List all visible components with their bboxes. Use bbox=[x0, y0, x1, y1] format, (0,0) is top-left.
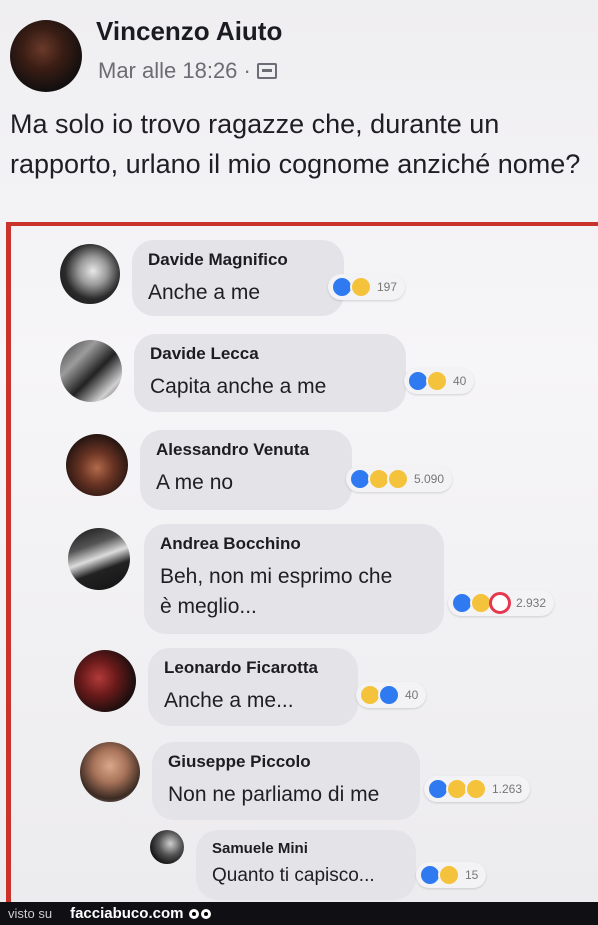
reaction-count: 2.932 bbox=[516, 596, 547, 610]
haha-icon bbox=[426, 370, 448, 392]
screenshot-area: Vincenzo Aiuto Mar alle 18:26 · Ma solo … bbox=[0, 0, 598, 902]
comment-text: Quanto ti capisco... bbox=[212, 865, 375, 886]
comment-bubble: Leonardo Ficarotta Anche a me... bbox=[148, 648, 358, 726]
commenter-avatar[interactable] bbox=[66, 434, 128, 496]
comment-bubble: Giuseppe Piccolo Non ne parliamo di me bbox=[152, 742, 420, 820]
reactions-summary[interactable]: 1.263 bbox=[424, 776, 531, 802]
haha-icon bbox=[350, 276, 372, 298]
watermark-bar: visto su facciabuco.com bbox=[0, 902, 598, 925]
comment-bubble: Davide Lecca Capita anche a me bbox=[134, 334, 406, 412]
reaction-count: 40 bbox=[453, 374, 467, 388]
sad-icon bbox=[387, 468, 409, 490]
reaction-count: 40 bbox=[405, 688, 419, 702]
comment-text: Beh, non mi esprimo che è meglio... bbox=[160, 562, 428, 622]
comment-text: Anche a me bbox=[148, 281, 261, 304]
reaction-count: 15 bbox=[465, 868, 479, 882]
commenter-name[interactable]: Davide Magnifico bbox=[148, 250, 328, 270]
post-author[interactable]: Vincenzo Aiuto bbox=[96, 16, 282, 47]
commenter-avatar[interactable] bbox=[80, 742, 140, 802]
commenter-avatar[interactable] bbox=[60, 340, 122, 402]
watermark-prefix: visto su bbox=[8, 906, 53, 921]
like-icon bbox=[378, 684, 400, 706]
comment-text: A me no bbox=[156, 471, 234, 494]
love-icon bbox=[489, 592, 511, 614]
haha-icon bbox=[438, 864, 460, 886]
commenter-name[interactable]: Samuele Mini bbox=[212, 840, 400, 857]
commenter-name[interactable]: Leonardo Ficarotta bbox=[164, 658, 342, 678]
reactions-summary[interactable]: 5.090 bbox=[346, 466, 453, 492]
commenter-name[interactable]: Davide Lecca bbox=[150, 344, 390, 364]
post-meta: Mar alle 18:26 · bbox=[98, 58, 277, 84]
reaction-count: 1.263 bbox=[492, 782, 523, 796]
post-header: Vincenzo Aiuto Mar alle 18:26 · bbox=[10, 10, 590, 92]
comment-text: Non ne parliamo di me bbox=[168, 783, 380, 806]
reaction-count: 5.090 bbox=[414, 472, 445, 486]
reactions-summary[interactable]: 197 bbox=[328, 274, 406, 300]
commenter-avatar[interactable] bbox=[68, 528, 130, 590]
commenter-avatar[interactable] bbox=[150, 830, 184, 864]
reaction-count: 197 bbox=[377, 280, 398, 294]
comment-text: Anche a me... bbox=[164, 689, 294, 712]
reactions-summary[interactable]: 40 bbox=[356, 682, 427, 708]
commenter-name[interactable]: Andrea Bocchino bbox=[160, 534, 428, 554]
reactions-summary[interactable]: 40 bbox=[404, 368, 475, 394]
post-text: Ma solo io trovo ragazze che, durante un… bbox=[10, 109, 581, 179]
sad-icon bbox=[465, 778, 487, 800]
public-icon bbox=[256, 63, 277, 79]
commenter-avatar[interactable] bbox=[74, 650, 136, 712]
watermark-brand[interactable]: facciabuco.com bbox=[70, 905, 183, 922]
comment-bubble: Andrea Bocchino Beh, non mi esprimo che … bbox=[144, 524, 444, 634]
comment-bubble: Samuele Mini Quanto ti capisco... bbox=[196, 830, 416, 900]
eyes-icon bbox=[189, 908, 212, 919]
commenter-avatar[interactable] bbox=[60, 244, 120, 304]
comment-bubble: Davide Magnifico Anche a me bbox=[132, 240, 344, 316]
comment-text-line1: Beh, non mi esprimo che bbox=[160, 565, 393, 588]
comment-text: Capita anche a me bbox=[150, 375, 327, 398]
commenter-name[interactable]: Alessandro Venuta bbox=[156, 440, 336, 460]
commenter-name[interactable]: Giuseppe Piccolo bbox=[168, 752, 404, 772]
comment-bubble: Alessandro Venuta A me no bbox=[140, 430, 352, 510]
author-avatar[interactable] bbox=[10, 20, 82, 92]
post-time[interactable]: Mar alle 18:26 · bbox=[98, 58, 251, 84]
reactions-summary[interactable]: 2.932 bbox=[448, 590, 555, 616]
reactions-summary[interactable]: 15 bbox=[416, 862, 487, 888]
comment-text-line2: è meglio... bbox=[160, 595, 257, 618]
